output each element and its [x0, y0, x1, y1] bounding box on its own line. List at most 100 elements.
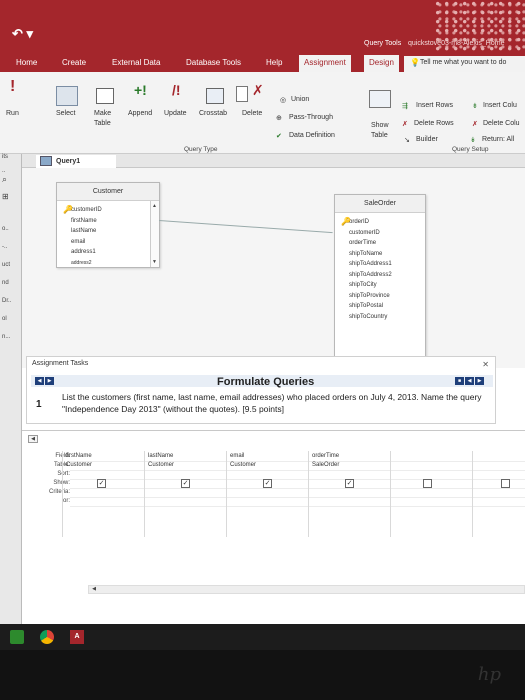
undo-icon[interactable]: ↶ ▾ [12, 26, 33, 42]
crosstab-icon[interactable] [206, 88, 224, 104]
grid-field-cell[interactable]: orderTime [312, 453, 339, 459]
append-button[interactable]: Append [128, 110, 152, 117]
prev-task-icon[interactable]: ◀ [35, 377, 44, 385]
delete-columns-icon[interactable]: ✗ [472, 120, 478, 128]
return-dropdown[interactable]: Return: All [482, 136, 514, 143]
grid-column-3[interactable]: email Customer ✓ [226, 451, 308, 537]
field-item[interactable]: lastName [57, 228, 159, 239]
grid-field-cell[interactable]: firstName [66, 453, 92, 459]
nav-item[interactable]: uct [2, 262, 10, 268]
field-item[interactable]: shipToProvince [335, 293, 425, 304]
nav-item[interactable]: n... [2, 334, 10, 340]
union-icon[interactable]: ◎ [280, 96, 286, 104]
grid-table-cell[interactable]: Customer [230, 462, 256, 468]
grid-column-5[interactable] [390, 451, 472, 537]
scroll-up-icon[interactable]: ▲ [152, 203, 157, 209]
field-item[interactable]: shipToPostal [335, 303, 425, 314]
tab-home[interactable]: Home [16, 58, 37, 67]
saleorder-table[interactable]: SaleOrder 🔑 orderID customerID orderTime… [334, 194, 426, 360]
grid-table-cell[interactable]: SaleOrder [312, 462, 339, 468]
delete-columns-button[interactable]: Delete Colu [483, 120, 520, 127]
make-table-label-1[interactable]: Make [94, 110, 111, 117]
grid-table-cell[interactable]: Customer [66, 462, 92, 468]
tell-me-box[interactable]: 💡 Tell me what you want to do [404, 56, 525, 72]
insert-rows-button[interactable]: Insert Rows [416, 102, 453, 109]
taskbar-app-icon[interactable] [10, 630, 24, 644]
next-task-icon[interactable]: ▶ [475, 377, 484, 385]
data-definition-icon[interactable]: ✔ [276, 132, 282, 140]
field-item[interactable]: address2 [57, 260, 159, 266]
grid-field-cell[interactable]: lastName [148, 453, 173, 459]
update-icon[interactable]: /! [172, 82, 181, 98]
show-table-label-1[interactable]: Show [371, 122, 389, 129]
customer-table[interactable]: Customer 🔑 customerID firstName lastName… [56, 182, 160, 268]
nav-item[interactable]: its [2, 154, 8, 160]
grid-column-4[interactable]: orderTime SaleOrder ✓ [308, 451, 390, 537]
prev-task-icon[interactable]: ◀ [465, 377, 474, 385]
field-item[interactable]: shipToName [335, 251, 425, 262]
delete-rows-button[interactable]: Delete Rows [414, 120, 454, 127]
scroll-left-icon[interactable]: ◀ [89, 586, 99, 593]
field-item[interactable]: orderTime [335, 240, 425, 251]
nav-item[interactable]: o.. [2, 226, 9, 232]
show-checkbox[interactable] [501, 479, 510, 488]
field-item[interactable]: shipToAddress1 [335, 261, 425, 272]
delete-rows-icon[interactable]: ✗ [402, 120, 408, 128]
saleorder-table-title[interactable]: SaleOrder [335, 195, 425, 213]
make-table-icon[interactable] [96, 88, 114, 104]
insert-rows-icon[interactable]: ⇶ [402, 102, 408, 110]
show-table-label-2[interactable]: Table [371, 132, 388, 139]
update-button[interactable]: Update [164, 110, 187, 117]
grid-table-cell[interactable]: Customer [148, 462, 174, 468]
customer-table-title[interactable]: Customer [57, 183, 159, 201]
nav-item[interactable]: -.. [2, 244, 7, 250]
grid-field-cell[interactable]: email [230, 453, 244, 459]
tab-create[interactable]: Create [62, 58, 86, 67]
field-item[interactable]: customerID [335, 230, 425, 241]
grid-column-6[interactable] [472, 451, 525, 537]
search-icon[interactable]: ⌕ [2, 174, 7, 185]
chrome-icon[interactable] [40, 630, 54, 644]
show-checkbox[interactable] [423, 479, 432, 488]
field-item[interactable]: shipToCity [335, 282, 425, 293]
tab-assignment[interactable]: Assignment [299, 55, 351, 72]
data-definition-button[interactable]: Data Definition [289, 132, 335, 139]
nav-item[interactable]: Dr.. [2, 298, 11, 304]
tab-design[interactable]: Design [364, 55, 399, 72]
access-icon[interactable]: A [70, 630, 84, 644]
close-icon[interactable]: ✕ [482, 360, 489, 369]
delete-query-icon[interactable]: ✗ [252, 82, 264, 99]
tab-database-tools[interactable]: Database Tools [186, 58, 241, 67]
append-icon[interactable]: +! [134, 82, 147, 98]
insert-columns-icon[interactable]: ⇟ [472, 102, 478, 110]
show-checkbox[interactable]: ✓ [263, 479, 272, 488]
builder-icon[interactable]: ↘ [404, 136, 410, 144]
delete-button[interactable]: Delete [242, 110, 262, 117]
field-item[interactable]: shipToCountry [335, 314, 425, 325]
select-query-icon[interactable] [56, 86, 78, 106]
grid-collapse-arrow-icon[interactable]: ◀ [28, 435, 38, 443]
tab-external-data[interactable]: External Data [112, 58, 160, 67]
pass-through-button[interactable]: Pass-Through [289, 114, 333, 121]
show-table-icon[interactable] [369, 90, 391, 108]
field-item[interactable]: firstName [57, 218, 159, 229]
grid-column-2[interactable]: lastName Customer ✓ [144, 451, 226, 537]
nav-item[interactable]: ol [2, 316, 7, 322]
stop-icon[interactable]: ■ [455, 377, 464, 385]
globe-icon[interactable]: ⊕ [276, 114, 282, 122]
field-item[interactable]: shipToAddress2 [335, 272, 425, 283]
run-button[interactable]: Run [6, 110, 19, 117]
insert-columns-button[interactable]: Insert Colu [483, 102, 517, 109]
run-icon[interactable]: ! [10, 78, 15, 96]
scroll-down-icon[interactable]: ▼ [152, 259, 157, 265]
union-button[interactable]: Union [291, 96, 309, 103]
grid-horizontal-scrollbar[interactable]: ◀ [88, 585, 525, 594]
next-task-icon[interactable]: ▶ [45, 377, 54, 385]
show-checkbox[interactable]: ✓ [181, 479, 190, 488]
field-item[interactable]: address1 [57, 249, 159, 260]
tab-help[interactable]: Help [266, 58, 282, 67]
builder-button[interactable]: Builder [416, 136, 438, 143]
table-scrollbar[interactable]: ▲ ▼ [150, 201, 159, 267]
show-checkbox[interactable]: ✓ [345, 479, 354, 488]
make-table-label-2[interactable]: Table [94, 120, 111, 127]
